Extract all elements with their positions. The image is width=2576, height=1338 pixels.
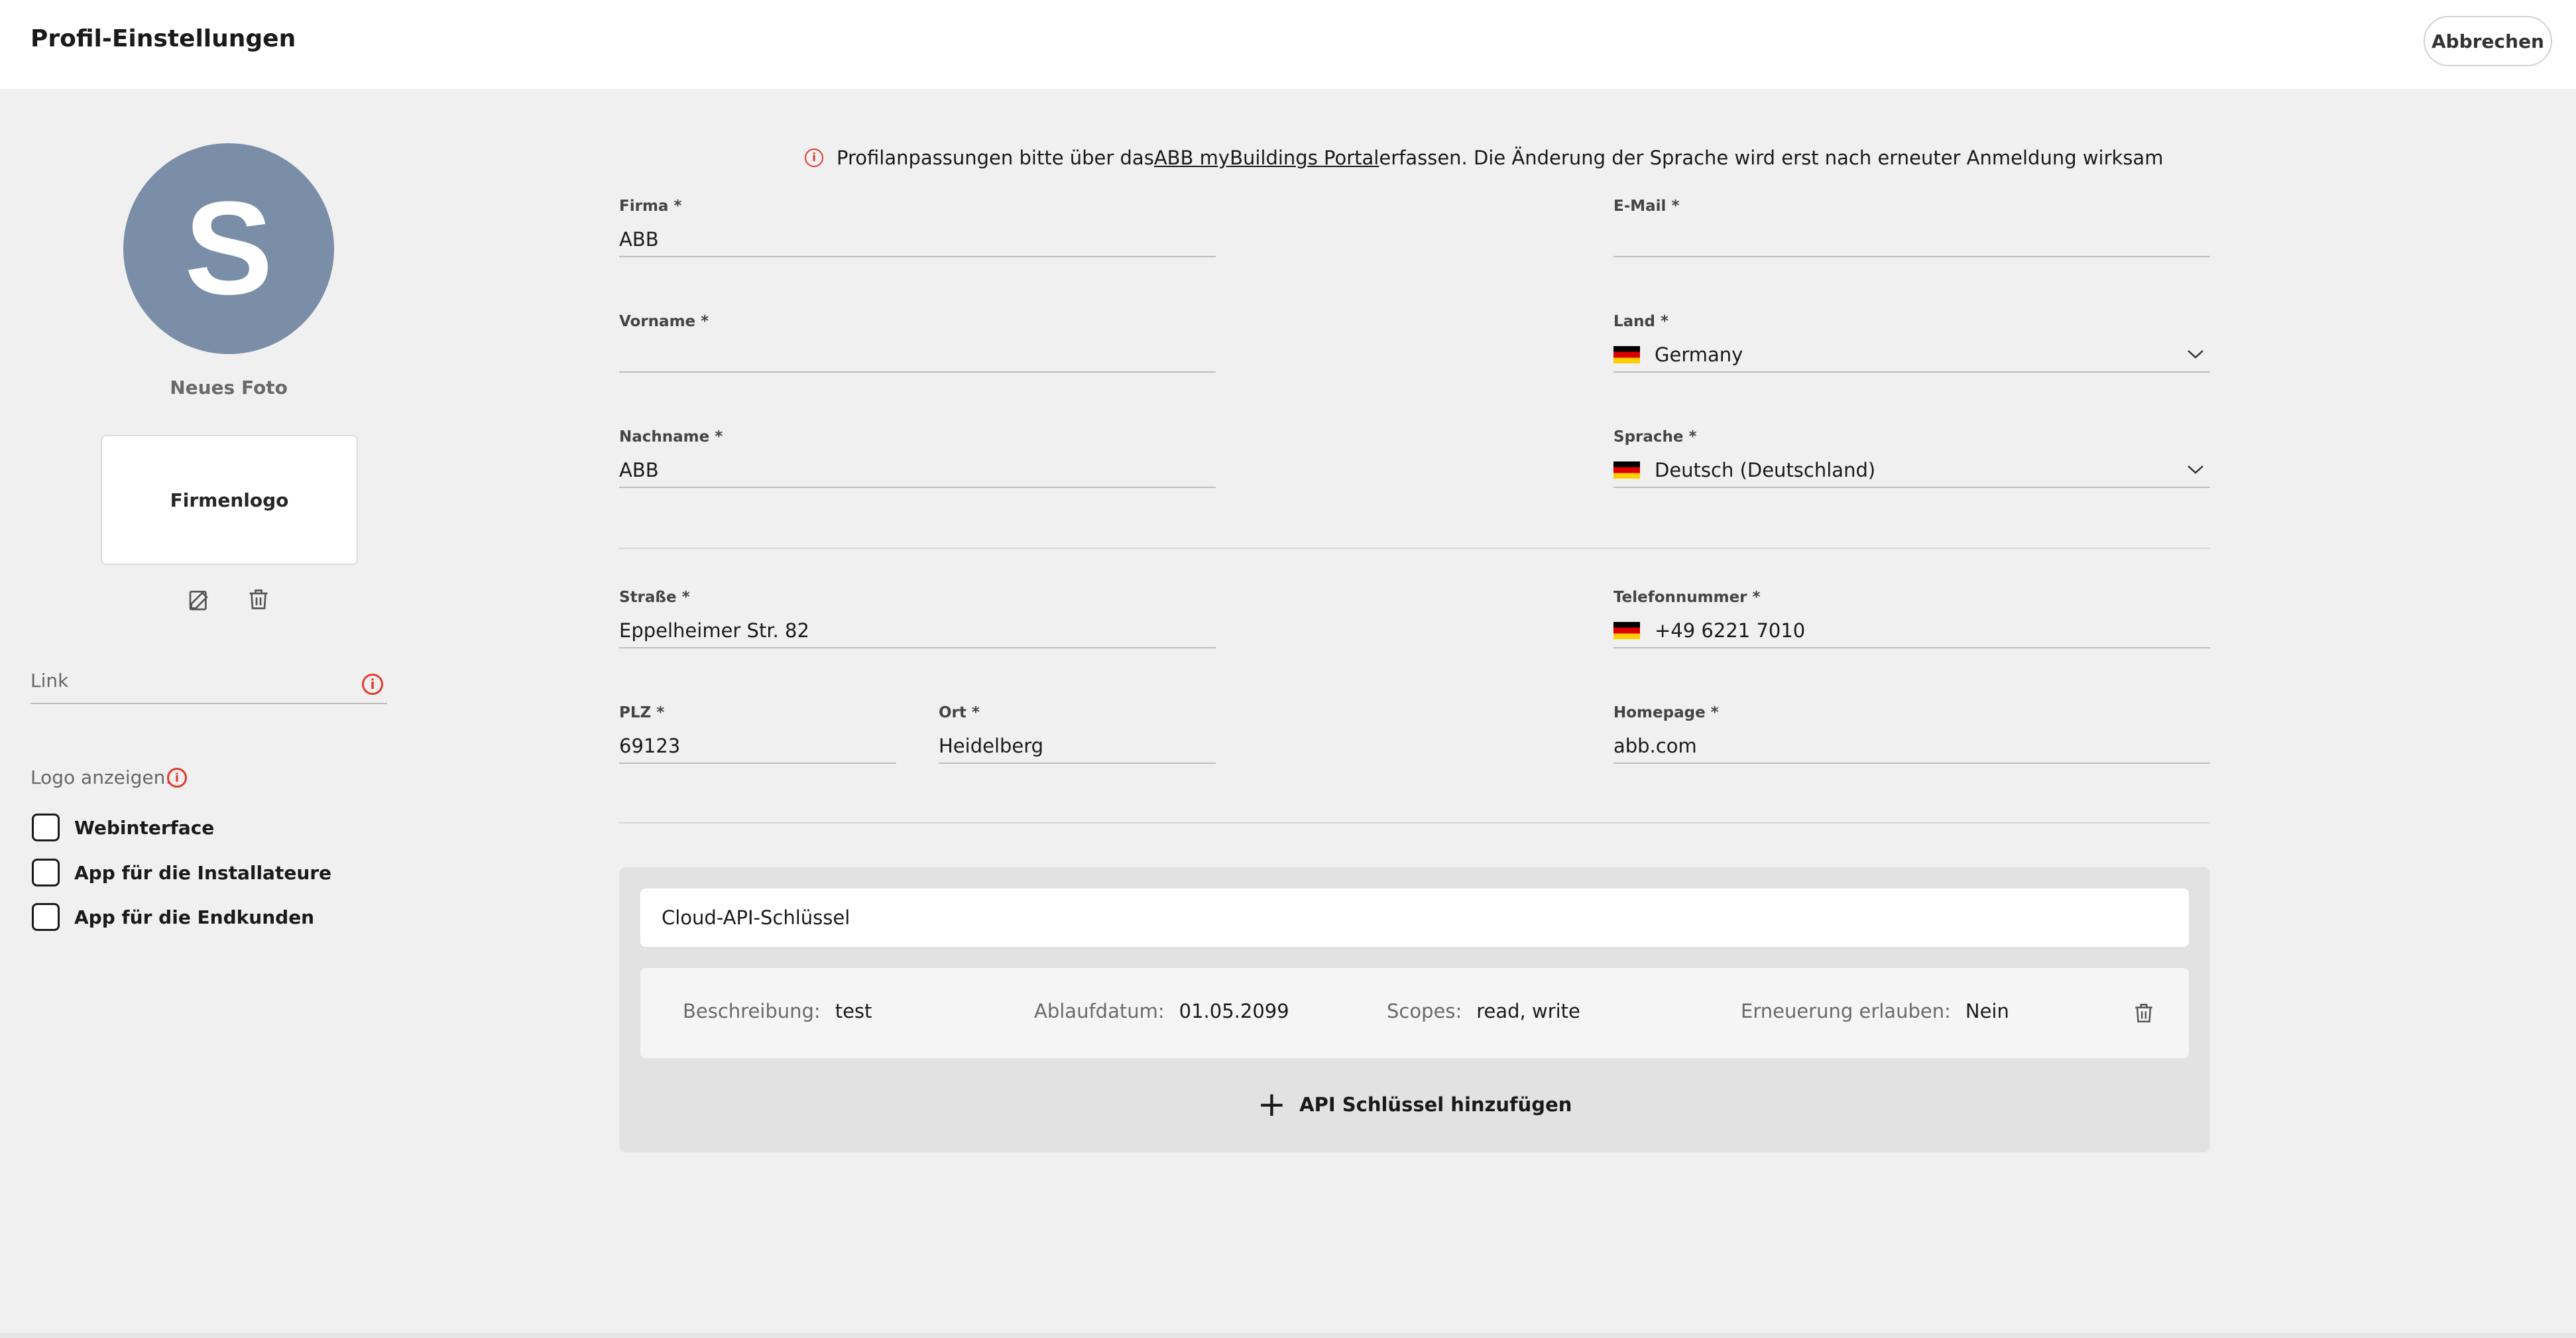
banner-text-before: Profilanpassungen bitte über das [837, 147, 1154, 169]
checkbox-label: App für die Endkunden [74, 906, 315, 928]
api-key-row: Beschreibung: test Ablaufdatum: 01.05.2099… [640, 968, 2189, 1058]
lastname-value: ABB [619, 459, 659, 481]
trash-icon[interactable] [2129, 999, 2158, 1028]
section-divider [619, 822, 2210, 823]
checkbox[interactable] [32, 859, 60, 886]
add-api-key-label: API Schlüssel hinzufügen [1299, 1093, 1572, 1116]
zip-field[interactable]: PLZ * 69123 [619, 704, 896, 764]
lastname-field[interactable]: Nachname * ABB [619, 428, 1216, 488]
section-divider [619, 548, 2210, 549]
company-field[interactable]: Firma * ABB [619, 198, 1216, 257]
edit-icon[interactable] [186, 585, 215, 614]
email-label: E-Mail * [1613, 198, 1680, 215]
germany-flag-icon [1613, 346, 1640, 363]
checkbox-webinterface[interactable]: Webinterface [32, 813, 214, 842]
plus-icon: + [1257, 1085, 1287, 1125]
language-label: Sprache * [1613, 428, 1697, 446]
homepage-label: Homepage * [1613, 704, 1719, 721]
zip-value: 69123 [619, 735, 681, 757]
city-value: Heidelberg [939, 735, 1044, 757]
api-renew: Erneuerung erlauben: Nein [1741, 1000, 2009, 1022]
country-value: Germany [1655, 343, 1743, 366]
phone-label: Telefonnummer * [1613, 589, 1761, 606]
homepage-value: abb.com [1613, 735, 1697, 757]
info-icon[interactable]: i [167, 768, 187, 788]
checkbox-installer-app[interactable]: App für die Installateure [32, 858, 331, 887]
info-banner: i Profilanpassungen bitte über das ABB m… [805, 143, 2163, 172]
germany-flag-icon [1613, 622, 1640, 639]
company-logo-label: Firmenlogo [170, 489, 289, 511]
checkbox-label: App für die Installateure [74, 861, 332, 884]
info-icon: i [805, 149, 823, 167]
checkbox[interactable] [32, 814, 60, 841]
zip-label: PLZ * [619, 704, 665, 721]
portal-link[interactable]: ABB myBuildings Portal [1154, 147, 1379, 169]
cancel-button[interactable]: Abbrechen [2424, 16, 2552, 66]
add-api-key-button[interactable]: + API Schlüssel hinzufügen [619, 1086, 2210, 1123]
link-label: Link [30, 670, 69, 692]
bottom-divider [0, 1333, 2576, 1338]
page-title: Profil-Einstellungen [30, 25, 296, 52]
info-icon[interactable]: i [362, 674, 383, 695]
api-expiry: Ablaufdatum: 01.05.2099 [1034, 1000, 1289, 1022]
show-logo-label: Logo anzeigen: [30, 766, 172, 788]
street-field[interactable]: Straße * Eppelheimer Str. 82 [619, 589, 1216, 648]
germany-flag-icon [1613, 461, 1640, 479]
email-field[interactable]: E-Mail * [1613, 198, 2210, 257]
language-value: Deutsch (Deutschland) [1655, 459, 1876, 481]
phone-field[interactable]: Telefonnummer * +49 6221 7010 [1613, 589, 2210, 648]
checkbox-label: Webinterface [74, 816, 215, 839]
country-select[interactable]: Land * Germany [1613, 313, 2210, 373]
app-header: Profil-Einstellungen Abbrechen [0, 0, 2576, 89]
checkbox[interactable] [32, 903, 60, 931]
checkbox-customer-app[interactable]: App für die Endkunden [32, 902, 314, 932]
homepage-field[interactable]: Homepage * abb.com [1613, 704, 2210, 764]
company-value: ABB [619, 228, 659, 251]
phone-value: +49 6221 7010 [1655, 619, 1806, 642]
link-input[interactable]: Link i [30, 666, 387, 704]
language-select[interactable]: Sprache * Deutsch (Deutschland) [1613, 428, 2210, 488]
company-logo-box[interactable]: Firmenlogo [101, 435, 358, 565]
city-label: Ort * [939, 704, 980, 721]
api-panel-title: Cloud-API-Schlüssel [640, 888, 2189, 947]
api-scopes: Scopes: read, write [1387, 1000, 1580, 1022]
firstname-field[interactable]: Vorname * [619, 313, 1216, 373]
chevron-down-icon[interactable] [2186, 463, 2205, 476]
chevron-down-icon[interactable] [2186, 347, 2205, 361]
api-description: Beschreibung: test [683, 1000, 872, 1022]
banner-text-after: erfassen. Die Änderung der Sprache wird … [1379, 147, 2164, 169]
firstname-label: Vorname * [619, 313, 709, 330]
city-field[interactable]: Ort * Heidelberg [939, 704, 1216, 764]
company-label: Firma * [619, 198, 682, 215]
avatar[interactable]: S [123, 143, 334, 354]
trash-icon[interactable] [244, 585, 273, 614]
street-label: Straße * [619, 589, 690, 606]
avatar-letter: S [184, 174, 273, 322]
api-key-panel: Cloud-API-Schlüssel Beschreibung: test Ab… [619, 867, 2210, 1152]
street-value: Eppelheimer Str. 82 [619, 619, 809, 642]
country-label: Land * [1613, 313, 1669, 330]
lastname-label: Nachname * [619, 428, 723, 446]
new-photo-link[interactable]: Neues Foto [123, 377, 334, 398]
